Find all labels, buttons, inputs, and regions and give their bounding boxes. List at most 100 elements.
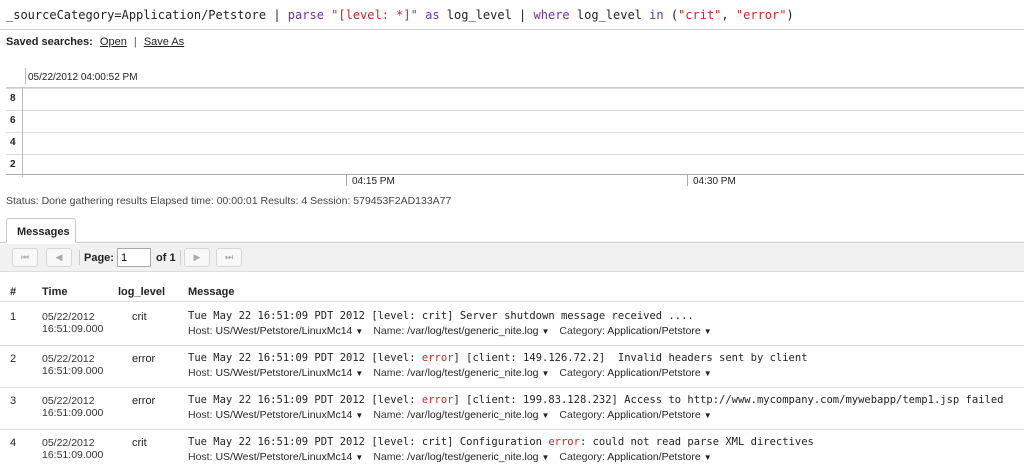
name-dropdown-icon[interactable]: ▼ [542, 369, 550, 378]
category-dropdown-icon[interactable]: ▼ [704, 411, 712, 420]
category-dropdown-icon[interactable]: ▼ [704, 327, 712, 336]
query-keyword-as: as [425, 8, 440, 22]
category-label: Category: [559, 325, 605, 337]
grid-line [6, 132, 1024, 133]
query-value-crit: "crit" [678, 8, 722, 22]
row-metadata: Host: US/West/Petstore/LinuxMc14 ▼ Name: /… [188, 451, 722, 463]
timestamp-marker [25, 68, 26, 84]
x-tick [687, 174, 688, 186]
grid-line [6, 88, 1024, 89]
row-date: 05/22/2012 [42, 437, 95, 449]
grid-line [6, 110, 1024, 111]
message-text: Tue May 22 16:51:09 PDT 2012 [level: cri… [188, 436, 549, 448]
table-row[interactable]: 3 05/22/2012 16:51:09.000 error Tue May 22 1… [0, 388, 1024, 430]
x-tick-label: 04:15 PM [352, 176, 395, 187]
host-label: Host: [188, 409, 213, 421]
category-value[interactable]: Application/Petstore [607, 367, 700, 379]
row-metadata: Host: US/West/Petstore/LinuxMc14 ▼ Name: /… [188, 325, 722, 337]
host-dropdown-icon[interactable]: ▼ [355, 327, 363, 336]
name-dropdown-icon[interactable]: ▼ [542, 453, 550, 462]
row-timestamp: 05/22/2012 16:51:09.000 [42, 395, 103, 419]
message-text: : could not read parse XML directives [579, 436, 814, 448]
table-row[interactable]: 1 05/22/2012 16:51:09.000 crit Tue May 22 16… [0, 304, 1024, 346]
prev-page-icon: ◀ [55, 252, 63, 262]
next-page-button[interactable]: ▶ [184, 248, 210, 267]
category-value[interactable]: Application/Petstore [607, 451, 700, 463]
host-dropdown-icon[interactable]: ▼ [355, 369, 363, 378]
toolbar-separator [180, 250, 181, 265]
open-saved-search-link[interactable]: Open [100, 36, 127, 48]
row-number: 3 [10, 395, 17, 407]
row-time: 16:51:09.000 [42, 323, 104, 335]
row-log-level: crit [132, 437, 147, 449]
host-dropdown-icon[interactable]: ▼ [355, 411, 363, 420]
column-header-log-level[interactable]: log_level [118, 286, 165, 298]
host-dropdown-icon[interactable]: ▼ [355, 453, 363, 462]
row-message: Tue May 22 16:51:09 PDT 2012 [level: err… [188, 352, 808, 364]
category-dropdown-icon[interactable]: ▼ [704, 453, 712, 462]
tab-messages[interactable]: Messages [6, 218, 76, 243]
query-field: log_level [446, 8, 512, 22]
message-text: Tue May 22 16:51:09 PDT 2012 [level: [188, 352, 422, 364]
host-value[interactable]: US/West/Petstore/LinuxMc14 [215, 409, 352, 421]
query-paren-open: ( [670, 8, 679, 22]
histogram-plot-area: 8 6 4 2 [6, 87, 1024, 177]
page-number-input[interactable] [117, 248, 151, 267]
row-number: 2 [10, 353, 17, 365]
query-comma: , [721, 8, 729, 22]
name-value[interactable]: /var/log/test/generic_nite.log [407, 367, 538, 379]
row-date: 05/22/2012 [42, 311, 95, 323]
prev-page-button[interactable]: ◀ [46, 248, 72, 267]
table-row[interactable]: 4 05/22/2012 16:51:09.000 crit Tue May 22 16… [0, 430, 1024, 469]
column-header-time[interactable]: Time [42, 286, 67, 298]
name-dropdown-icon[interactable]: ▼ [542, 327, 550, 336]
row-log-level: error [132, 353, 156, 365]
saved-searches-separator: | [133, 36, 137, 48]
column-header-num[interactable]: # [10, 286, 16, 298]
host-label: Host: [188, 367, 213, 379]
name-dropdown-icon[interactable]: ▼ [542, 411, 550, 420]
host-value[interactable]: US/West/Petstore/LinuxMc14 [215, 451, 352, 463]
name-label: Name: [373, 367, 405, 379]
category-value[interactable]: Application/Petstore [607, 409, 700, 421]
y-axis [22, 87, 23, 177]
host-label: Host: [188, 451, 213, 463]
category-value[interactable]: Application/Petstore [607, 325, 700, 337]
grid-line [6, 154, 1024, 155]
category-label: Category: [559, 367, 605, 379]
table-row[interactable]: 2 05/22/2012 16:51:09.000 error Tue May 22 1… [0, 346, 1024, 388]
name-value[interactable]: /var/log/test/generic_nite.log [407, 451, 538, 463]
host-value[interactable]: US/West/Petstore/LinuxMc14 [215, 325, 352, 337]
first-page-button[interactable]: ⏮ [12, 248, 38, 267]
query-keyword-where: where [533, 8, 570, 22]
message-highlight: error [548, 436, 580, 448]
y-tick-label: 8 [10, 93, 16, 104]
message-text: Tue May 22 16:51:09 PDT 2012 [level: [188, 394, 422, 406]
save-as-link[interactable]: Save As [144, 36, 184, 48]
search-query-text[interactable]: _sourceCategory=Application/Petstore | p… [6, 8, 794, 22]
category-label: Category: [559, 451, 605, 463]
row-number: 1 [10, 311, 17, 323]
row-metadata: Host: US/West/Petstore/LinuxMc14 ▼ Name: /… [188, 409, 722, 421]
host-value[interactable]: US/West/Petstore/LinuxMc14 [215, 367, 352, 379]
row-time: 16:51:09.000 [42, 449, 104, 461]
name-value[interactable]: /var/log/test/generic_nite.log [407, 409, 538, 421]
name-label: Name: [373, 325, 405, 337]
host-label: Host: [188, 325, 213, 337]
last-page-button[interactable]: ⏭ [216, 248, 242, 267]
column-header-message[interactable]: Message [188, 286, 234, 298]
message-text: Tue May 22 16:51:09 PDT 2012 [level: cri… [188, 310, 694, 322]
results-tab-bar: Messages [0, 218, 1024, 243]
category-label: Category: [559, 409, 605, 421]
row-date: 05/22/2012 [42, 395, 95, 407]
x-axis [6, 174, 1024, 175]
row-time: 16:51:09.000 [42, 365, 104, 377]
first-page-icon: ⏮ [20, 252, 30, 262]
row-time: 16:51:09.000 [42, 407, 104, 419]
search-query-bar[interactable]: _sourceCategory=Application/Petstore | p… [0, 0, 1024, 30]
name-value[interactable]: /var/log/test/generic_nite.log [407, 325, 538, 337]
category-dropdown-icon[interactable]: ▼ [704, 369, 712, 378]
y-tick-label: 2 [10, 159, 16, 170]
pagination-toolbar: ⏮ ◀ Page: of 1 ▶ ⏭ [0, 244, 1024, 272]
messages-table-header: # Time log_level Message [0, 280, 1024, 302]
